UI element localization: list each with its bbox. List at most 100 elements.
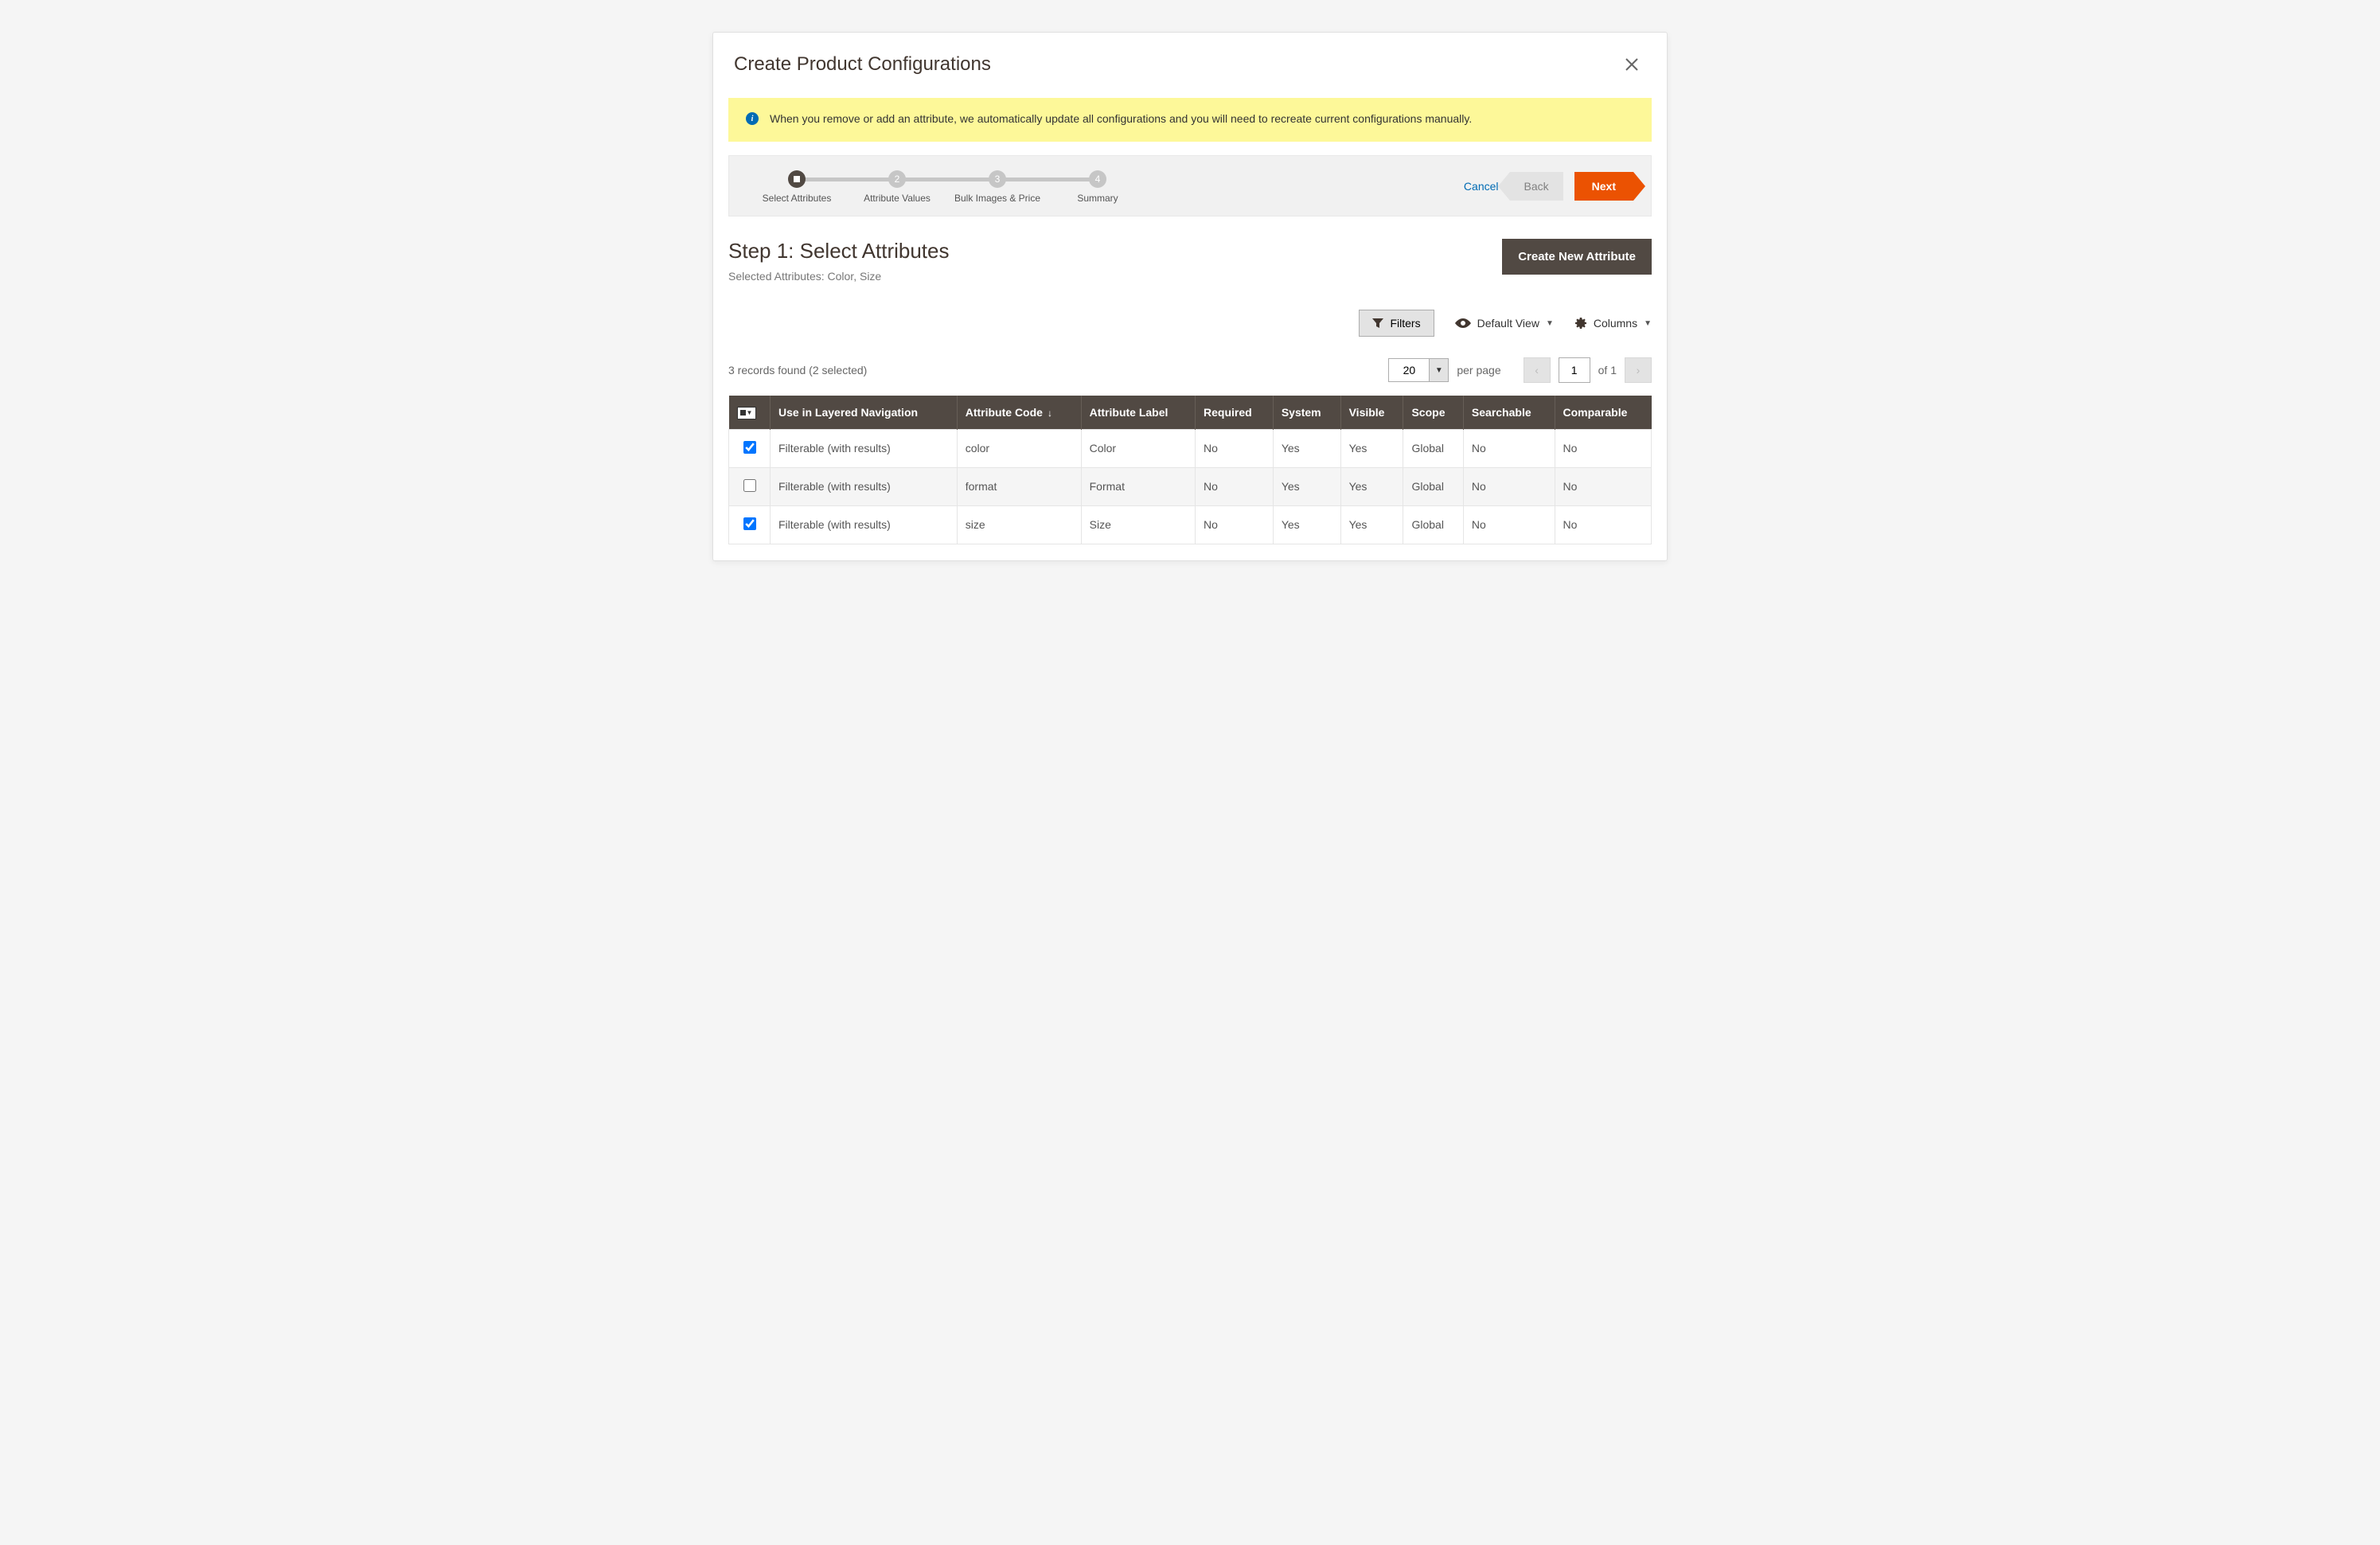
default-view-label: Default View	[1477, 317, 1539, 330]
cell-code: format	[957, 467, 1081, 505]
col-scope[interactable]: Scope	[1403, 396, 1463, 429]
total-pages-label: of 1	[1598, 364, 1617, 376]
cell-label: Format	[1081, 467, 1195, 505]
row-checkbox[interactable]	[743, 441, 756, 454]
row-checkbox[interactable]	[743, 479, 756, 492]
chevron-down-icon: ▼	[1546, 319, 1554, 328]
gear-icon	[1574, 317, 1587, 330]
step-bubble-1	[788, 170, 806, 188]
back-button[interactable]: Back	[1510, 172, 1563, 201]
chevron-left-icon: ‹	[1535, 364, 1539, 376]
default-view-dropdown[interactable]: Default View ▼	[1455, 317, 1554, 330]
step-select-attributes[interactable]: Select Attributes	[747, 170, 847, 205]
stepper-bar: Select Attributes 2 Attribute Values 3 B…	[728, 155, 1652, 217]
cell-searchable: No	[1463, 429, 1555, 467]
modal-title: Create Product Configurations	[734, 53, 991, 76]
col-comparable[interactable]: Comparable	[1555, 396, 1652, 429]
table-row[interactable]: Filterable (with results)sizeSizeNoYesYe…	[729, 505, 1652, 544]
page-size-select[interactable]: ▼	[1388, 358, 1449, 382]
cell-visible: Yes	[1340, 505, 1403, 544]
table-row[interactable]: Filterable (with results)colorColorNoYes…	[729, 429, 1652, 467]
cancel-link[interactable]: Cancel	[1464, 180, 1499, 193]
col-searchable[interactable]: Searchable	[1463, 396, 1555, 429]
step-bulk-images-price[interactable]: 3 Bulk Images & Price	[947, 170, 1048, 205]
pagination: ▼ per page ‹ of 1 ›	[1388, 357, 1652, 383]
cell-layered: Filterable (with results)	[771, 429, 958, 467]
col-required[interactable]: Required	[1196, 396, 1274, 429]
next-page-button[interactable]: ›	[1625, 357, 1652, 383]
cell-comparable: No	[1555, 429, 1652, 467]
step-header-text: Step 1: Select Attributes Selected Attri…	[728, 239, 950, 283]
attributes-grid: ▼ Use in Layered Navigation Attribute Co…	[728, 396, 1652, 544]
prev-page-button[interactable]: ‹	[1524, 357, 1551, 383]
cell-searchable: No	[1463, 467, 1555, 505]
cell-system: Yes	[1273, 467, 1340, 505]
cell-scope: Global	[1403, 467, 1463, 505]
cell-searchable: No	[1463, 505, 1555, 544]
cell-visible: Yes	[1340, 429, 1403, 467]
modal-header: Create Product Configurations	[713, 33, 1667, 90]
records-found-label: 3 records found (2 selected)	[728, 364, 867, 376]
funnel-icon	[1372, 318, 1383, 328]
cell-code: color	[957, 429, 1081, 467]
grid-toolbar: Filters Default View ▼ Columns ▼	[728, 310, 1652, 337]
cell-visible: Yes	[1340, 467, 1403, 505]
product-config-modal: Create Product Configurations i When you…	[712, 32, 1668, 561]
col-system[interactable]: System	[1273, 396, 1340, 429]
step-bubble-4: 4	[1089, 170, 1106, 188]
create-new-attribute-button[interactable]: Create New Attribute	[1502, 239, 1652, 275]
close-button[interactable]	[1617, 50, 1646, 79]
cell-comparable: No	[1555, 467, 1652, 505]
cell-scope: Global	[1403, 429, 1463, 467]
chevron-down-icon: ▼	[1435, 366, 1443, 375]
step-title: Step 1: Select Attributes	[728, 239, 950, 263]
filters-label: Filters	[1390, 317, 1420, 330]
select-all-checkbox[interactable]: ▼	[737, 407, 756, 419]
cell-required: No	[1196, 505, 1274, 544]
eye-icon	[1455, 318, 1471, 328]
col-visible[interactable]: Visible	[1340, 396, 1403, 429]
cell-required: No	[1196, 429, 1274, 467]
step-attribute-values[interactable]: 2 Attribute Values	[847, 170, 947, 205]
next-button[interactable]: Next	[1574, 172, 1633, 201]
chevron-right-icon: ›	[1637, 364, 1641, 376]
table-row[interactable]: Filterable (with results)formatFormatNoY…	[729, 467, 1652, 505]
cell-system: Yes	[1273, 505, 1340, 544]
col-attribute-label[interactable]: Attribute Label	[1081, 396, 1195, 429]
steps-container: Select Attributes 2 Attribute Values 3 B…	[747, 170, 1148, 205]
cell-system: Yes	[1273, 429, 1340, 467]
step-header: Step 1: Select Attributes Selected Attri…	[728, 239, 1652, 283]
current-page-input[interactable]	[1559, 357, 1590, 383]
page-size-caret[interactable]: ▼	[1429, 359, 1448, 381]
col-layered-nav[interactable]: Use in Layered Navigation	[771, 396, 958, 429]
step-bubble-2: 2	[888, 170, 906, 188]
notice-text: When you remove or add an attribute, we …	[770, 111, 1472, 127]
selected-attributes-label: Selected Attributes: Color, Size	[728, 270, 950, 283]
info-notice: i When you remove or add an attribute, w…	[728, 98, 1652, 142]
step-label-4: Summary	[1077, 193, 1118, 205]
cell-scope: Global	[1403, 505, 1463, 544]
cell-required: No	[1196, 467, 1274, 505]
cell-layered: Filterable (with results)	[771, 467, 958, 505]
step-label-1: Select Attributes	[763, 193, 832, 205]
cell-layered: Filterable (with results)	[771, 505, 958, 544]
grid-header-row: ▼ Use in Layered Navigation Attribute Co…	[729, 396, 1652, 429]
step-summary[interactable]: 4 Summary	[1048, 170, 1148, 205]
col-attribute-code[interactable]: Attribute Code↓	[957, 396, 1081, 429]
col-select-all[interactable]: ▼	[729, 396, 771, 429]
row-checkbox[interactable]	[743, 517, 756, 530]
info-icon: i	[746, 112, 759, 125]
step-bubble-3: 3	[989, 170, 1006, 188]
page-size-input[interactable]	[1389, 359, 1429, 381]
close-icon	[1624, 57, 1640, 72]
filters-button[interactable]: Filters	[1359, 310, 1434, 337]
step-label-2: Attribute Values	[864, 193, 931, 205]
per-page-label: per page	[1457, 364, 1500, 376]
columns-dropdown[interactable]: Columns ▼	[1574, 317, 1652, 330]
grid-meta-row: 3 records found (2 selected) ▼ per page …	[728, 357, 1652, 383]
chevron-down-icon: ▼	[1644, 319, 1652, 328]
cell-comparable: No	[1555, 505, 1652, 544]
step-content: Step 1: Select Attributes Selected Attri…	[713, 217, 1667, 560]
wizard-actions: Cancel Back Next	[1464, 172, 1633, 201]
cell-label: Color	[1081, 429, 1195, 467]
